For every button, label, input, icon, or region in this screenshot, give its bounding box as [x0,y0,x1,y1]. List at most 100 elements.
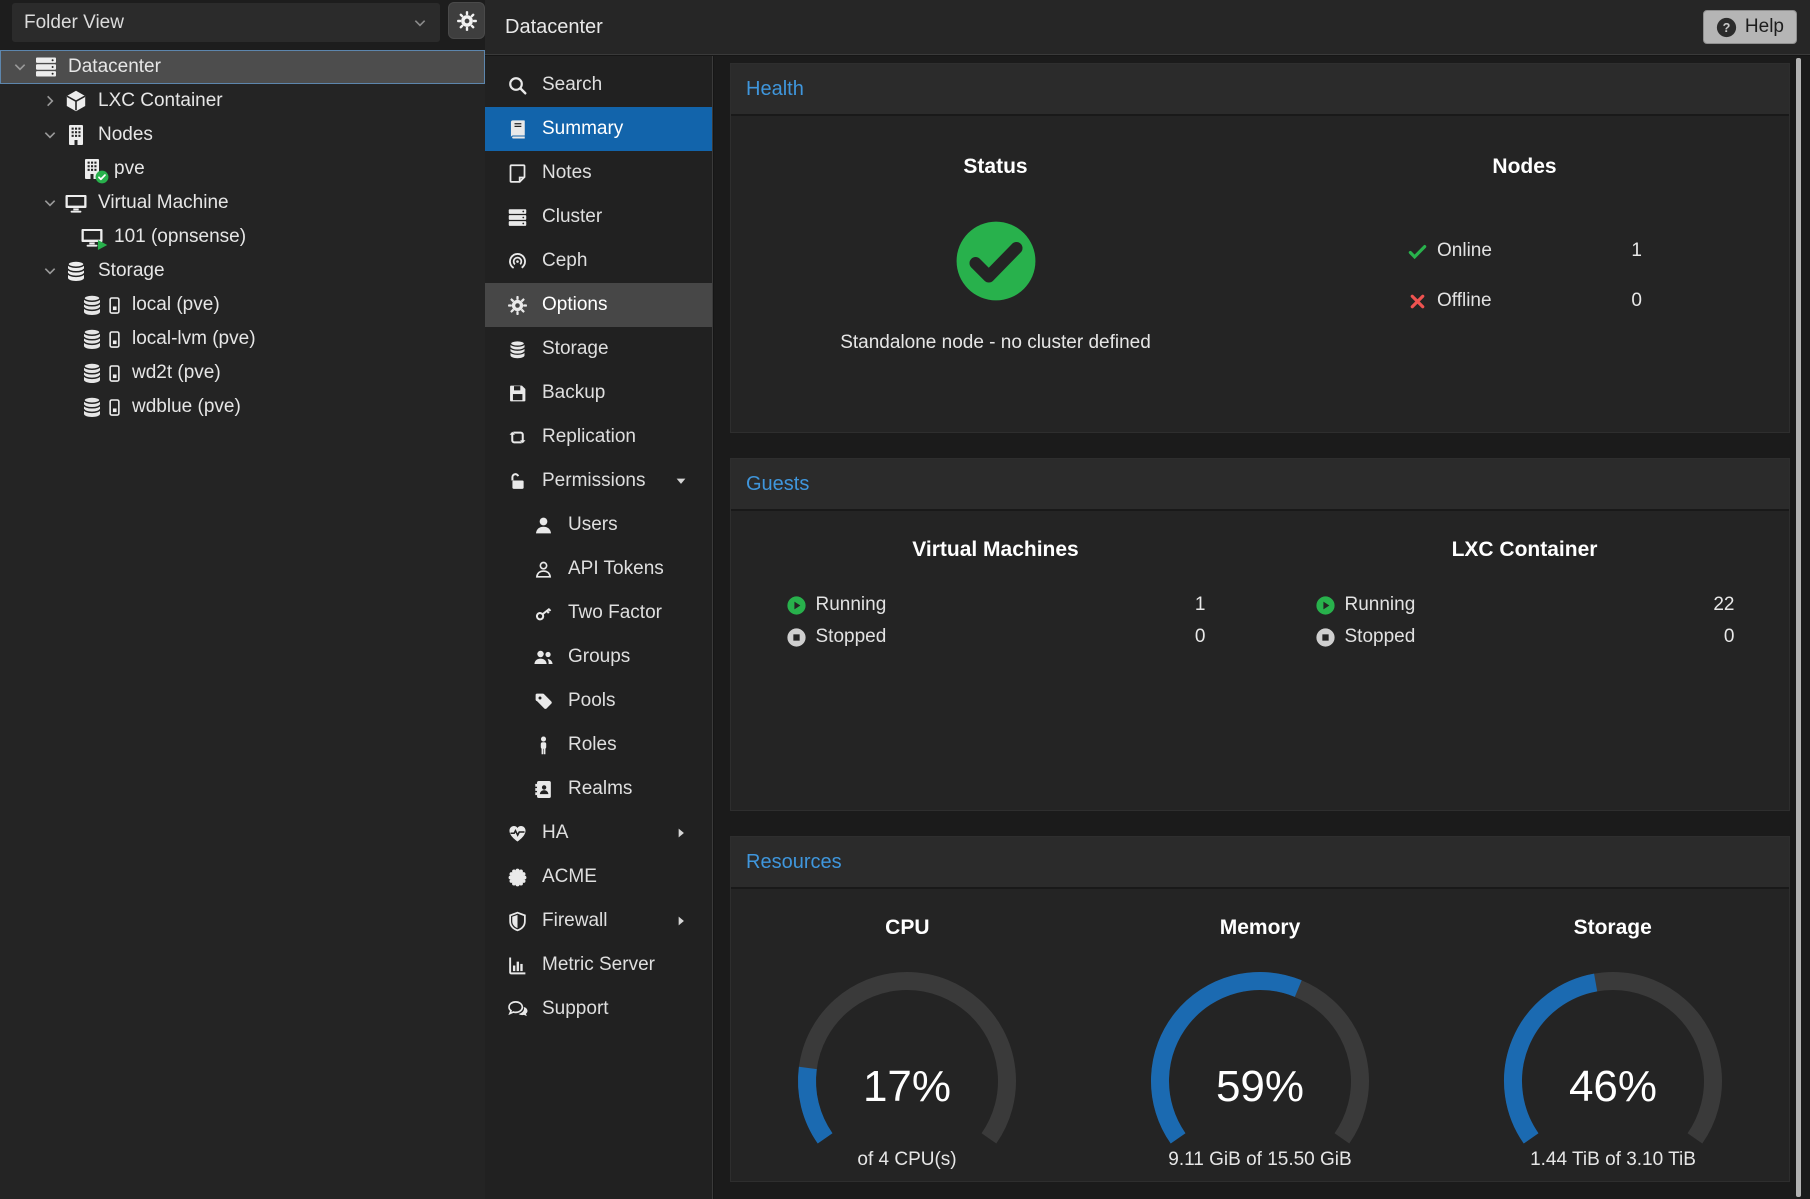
nodes-online-value: 1 [1631,240,1642,262]
nodes-offline-row: Offline 0 [1407,276,1642,326]
nav-item-label: Groups [568,646,630,668]
nav-item-label: Roles [568,734,617,756]
nav-item-label: Storage [542,338,609,360]
tag-icon [533,691,554,712]
memory-gauge-column: Memory 59% 9.11 GiB of 15.50 GiB [1084,889,1437,1181]
container-icon [64,89,88,113]
nav-item-pools[interactable]: Pools [485,679,712,723]
tree-item-label: LXC Container [98,90,223,112]
lxc-stopped-row: Stopped 0 [1315,621,1735,653]
ceph-icon [507,251,528,272]
svg-text:of 4 CPU(s): of 4 CPU(s) [858,1149,957,1170]
chevron-down-icon[interactable] [42,263,58,279]
nav-item-storage[interactable]: Storage [485,327,712,371]
lxc-running-label: Running [1345,594,1416,616]
help-button[interactable]: Help [1703,10,1797,44]
vm-stopped-value: 0 [1195,626,1206,648]
nodes-heading: Nodes [1492,152,1556,182]
caret-right-icon [674,826,688,840]
tree-item-storage-wdblue[interactable]: wdblue (pve) [0,390,485,424]
nav-item-label: API Tokens [568,558,664,580]
tree-item-label: Datacenter [68,56,161,78]
cluster-status-message: Standalone node - no cluster defined [840,332,1151,354]
nav-item-ha[interactable]: HA [485,811,712,855]
resource-tree-panel: Folder View Datacenter LXC Container Nod… [0,0,485,1199]
nav-item-support[interactable]: Support [485,987,712,1031]
nav-item-ceph[interactable]: Ceph [485,239,712,283]
resources-panel-title: Resources [731,837,1789,889]
nav-item-api-tokens[interactable]: API Tokens [485,547,712,591]
nav-item-label: Search [542,74,602,96]
question-circle-icon [1716,17,1737,38]
nav-item-realms[interactable]: Realms [485,767,712,811]
tree-item-label: Nodes [98,124,153,146]
floppy-icon [507,383,528,404]
tree-item-vm-101[interactable]: 101 (opnsense) [0,220,485,254]
users-group-icon [533,647,554,668]
status-ok-icon [953,218,1039,304]
tree-item-storage-wd2t[interactable]: wd2t (pve) [0,356,485,390]
content-header: Datacenter Help [485,0,1810,55]
stop-circle-icon [786,627,807,648]
chevron-down-icon[interactable] [412,15,428,31]
nav-item-label: Two Factor [568,602,662,624]
nav-item-roles[interactable]: Roles [485,723,712,767]
chevron-down-icon[interactable] [42,127,58,143]
chevron-down-icon[interactable] [12,59,28,75]
person-icon [533,735,554,756]
nav-item-options[interactable]: Options [485,283,712,327]
nav-item-label: ACME [542,866,597,888]
storage-gauge: 46% 1.44 TiB of 3.10 TiB [1463,951,1763,1173]
chevron-down-icon[interactable] [42,195,58,211]
tree-item-nodes[interactable]: Nodes [0,118,485,152]
nav-item-search[interactable]: Search [485,63,712,107]
vm-running-label: Running [816,594,887,616]
storage-icon [80,293,104,317]
tree-item-label: local (pve) [132,294,220,316]
help-button-label: Help [1745,16,1784,38]
resources-panel: Resources CPU 17% of 4 CPU(s) Memory 59%… [730,836,1790,1182]
guests-lxc-column: LXC Container Running 22 Stopped 0 [1260,511,1789,810]
storage-icon [80,327,104,351]
cpu-gauge-column: CPU 17% of 4 CPU(s) [731,889,1084,1181]
tree-item-virtual-machine[interactable]: Virtual Machine [0,186,485,220]
caret-down-icon [674,474,688,488]
nodes-offline-label: Offline [1437,290,1492,312]
lxc-stopped-value: 0 [1724,626,1735,648]
view-mode-select[interactable]: Folder View [12,3,440,42]
nav-item-summary[interactable]: Summary [485,107,712,151]
tree-item-datacenter[interactable]: Datacenter [0,50,485,84]
note-icon [507,163,528,184]
nav-item-acme[interactable]: ACME [485,855,712,899]
disk-icon [105,329,124,350]
tree-item-pve[interactable]: pve [0,152,485,186]
health-nodes-column: Nodes Online 1 Offline 0 [1260,116,1789,432]
tree-settings-button[interactable] [448,2,485,39]
nav-item-firewall[interactable]: Firewall [485,899,712,943]
cpu-gauge: 17% of 4 CPU(s) [757,951,1057,1173]
nav-item-replication[interactable]: Replication [485,415,712,459]
cross-icon [1407,291,1428,312]
nav-item-metric-server[interactable]: Metric Server [485,943,712,987]
nav-item-notes[interactable]: Notes [485,151,712,195]
nav-item-two-factor[interactable]: Two Factor [485,591,712,635]
tree-item-storage-local[interactable]: local (pve) [0,288,485,322]
lxc-running-value: 22 [1713,594,1734,616]
nav-item-groups[interactable]: Groups [485,635,712,679]
nav-item-backup[interactable]: Backup [485,371,712,415]
summary-content: Health Status Standalone node - no clust… [714,56,1810,1199]
tree-item-storage-local-lvm[interactable]: local-lvm (pve) [0,322,485,356]
nodes-offline-value: 0 [1631,290,1642,312]
nav-item-cluster[interactable]: Cluster [485,195,712,239]
nodes-online-label: Online [1437,240,1492,262]
stop-circle-icon [1315,627,1336,648]
vertical-scrollbar[interactable] [1796,58,1801,1197]
book-icon [507,119,528,140]
chevron-right-icon[interactable] [42,93,58,109]
tree-item-storage[interactable]: Storage [0,254,485,288]
nav-item-users[interactable]: Users [485,503,712,547]
tree-item-lxc-container[interactable]: LXC Container [0,84,485,118]
nav-item-permissions[interactable]: Permissions [485,459,712,503]
bar-chart-icon [507,955,528,976]
certificate-seal-icon [507,867,528,888]
